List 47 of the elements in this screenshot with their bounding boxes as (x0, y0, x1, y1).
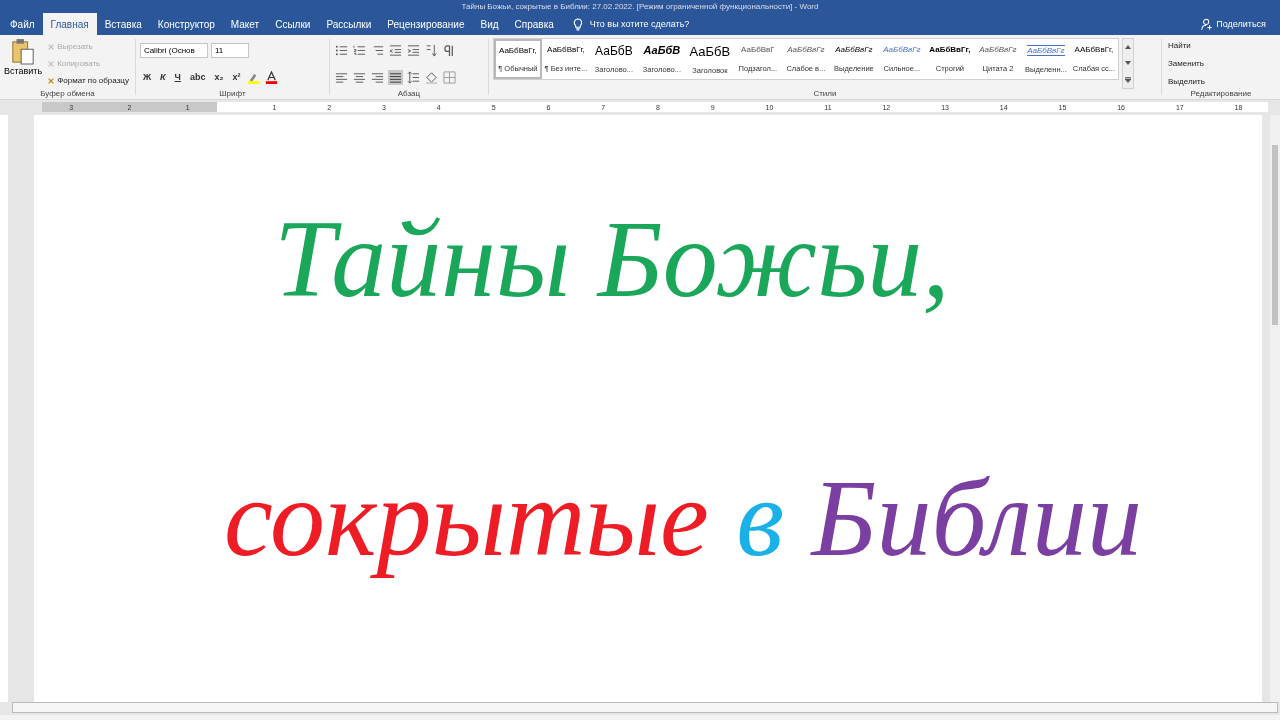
ribbon-tab[interactable]: Главная (42, 13, 97, 35)
lightbulb-icon (571, 17, 584, 31)
share-button[interactable]: Поделиться (1195, 13, 1272, 35)
ribbon-tab[interactable]: Вид (472, 13, 507, 35)
document-text-line: Тайны Божьи, (274, 197, 950, 322)
vertical-scrollbar[interactable] (1270, 115, 1280, 702)
gallery-scroll[interactable] (1121, 38, 1134, 89)
group-label: Абзац (396, 89, 422, 98)
font-format-button[interactable]: Ч (171, 72, 184, 82)
group-label: Шрифт (218, 89, 247, 98)
horizontal-scrollbar[interactable] (12, 702, 1278, 713)
clipboard-action[interactable]: Формат по образцу (45, 75, 131, 86)
indent-icon[interactable] (405, 42, 421, 58)
font-name-field[interactable]: Calibri (Основ (139, 42, 208, 58)
ribbon-tab[interactable]: Файл (2, 13, 43, 35)
ribbon-tab[interactable]: Справка (506, 13, 562, 35)
font-format-button[interactable]: Ж (139, 72, 155, 82)
font-format-button[interactable]: К (157, 72, 169, 82)
font-format-button[interactable]: x² (229, 72, 244, 82)
ribbon-tab[interactable]: Рассылки (318, 13, 380, 35)
font-format-button[interactable]: abc (186, 72, 209, 82)
clipboard-icon (11, 38, 36, 66)
window-title: Тайны Божьи, сокрытые в Библии: 27.02.2022. [Режим ограниченной функциональности] - Word (461, 2, 819, 12)
document-text-line: сокрытые в Библии (224, 455, 1142, 581)
group-label: Редактирование (1189, 89, 1253, 98)
group-label: Стили (812, 89, 838, 98)
more-styles-icon[interactable] (1123, 76, 1132, 83)
paste-button[interactable]: Вставить (4, 38, 43, 89)
tell-me-search[interactable]: Что вы хотите сделать? (571, 13, 690, 35)
ribbon-tab[interactable]: Вставка (96, 13, 150, 35)
ribbon-tab[interactable]: Макет (222, 13, 268, 35)
justify-icon[interactable] (387, 69, 403, 85)
font-color-icon[interactable] (264, 69, 280, 85)
font-size-field[interactable]: 11 (210, 42, 249, 58)
editing-action[interactable]: Выделить (1166, 76, 1276, 87)
group-label: Буфер обмена (39, 89, 96, 98)
font-format-button[interactable]: x₂ (211, 72, 227, 82)
ribbon-tab[interactable]: Ссылки (267, 13, 319, 35)
ribbon-tab[interactable]: Рецензирование (379, 13, 473, 35)
editing-action[interactable]: Найти (1166, 40, 1276, 51)
scroll-up-icon[interactable] (1123, 44, 1132, 51)
line-spacing-icon[interactable] (405, 69, 421, 85)
editing-action[interactable]: Заменить (1166, 58, 1276, 69)
ribbon-tab[interactable]: Конструктор (149, 13, 223, 35)
scroll-down-icon[interactable] (1123, 60, 1132, 67)
person-add-icon (1201, 17, 1214, 31)
indent-icon[interactable] (387, 42, 403, 58)
